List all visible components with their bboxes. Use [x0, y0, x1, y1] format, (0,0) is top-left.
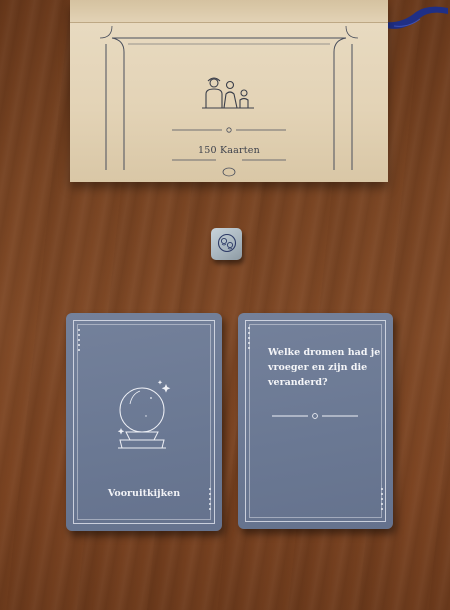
- scene: 150 Kaarten Vooruitkijken Welke dromen h…: [0, 0, 450, 610]
- card-dots: [381, 488, 384, 513]
- family-icon: [202, 77, 254, 109]
- box-strap: [384, 6, 448, 29]
- box-title: 150 Kaarten: [198, 145, 260, 156]
- card-box: 150 Kaarten: [70, 0, 388, 182]
- card-dots: [248, 327, 251, 352]
- card-question-text: Welke dromen had je vroeger en zijn die …: [268, 347, 381, 388]
- faces-icon: [217, 233, 237, 253]
- ornament-divider: [272, 413, 358, 419]
- card-dots: [78, 329, 81, 354]
- game-die[interactable]: [211, 228, 242, 260]
- card-category-label: Vooruitkijken: [107, 488, 181, 499]
- crystal-ball-icon: [117, 380, 171, 449]
